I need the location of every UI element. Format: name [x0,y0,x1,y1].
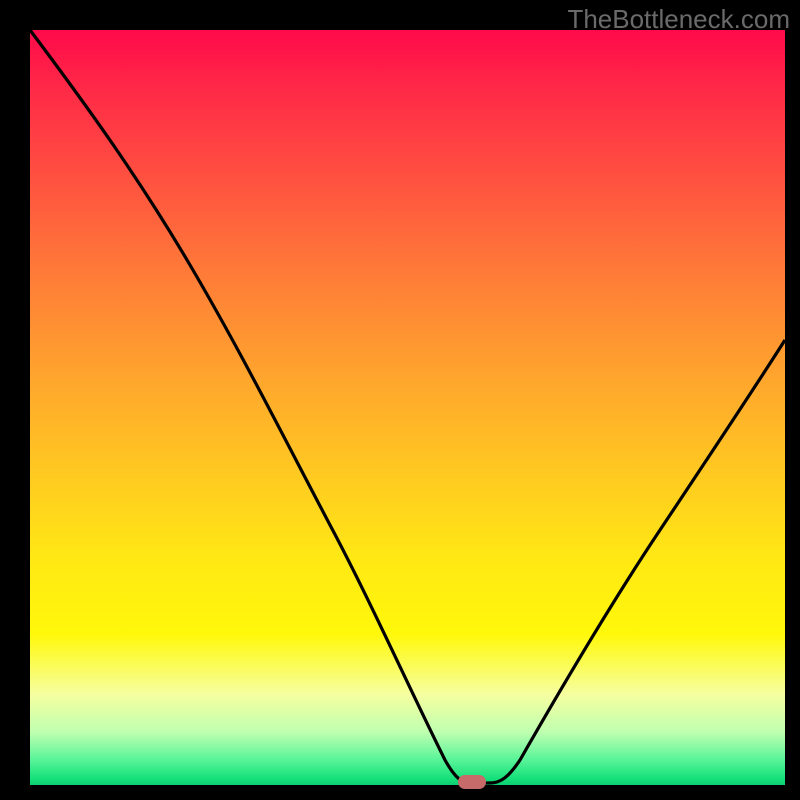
chart-frame: TheBottleneck.com [0,0,800,800]
curve-svg [30,30,785,785]
bottleneck-curve-path [30,30,785,783]
plot-area [30,30,785,785]
optimal-marker [458,775,486,789]
